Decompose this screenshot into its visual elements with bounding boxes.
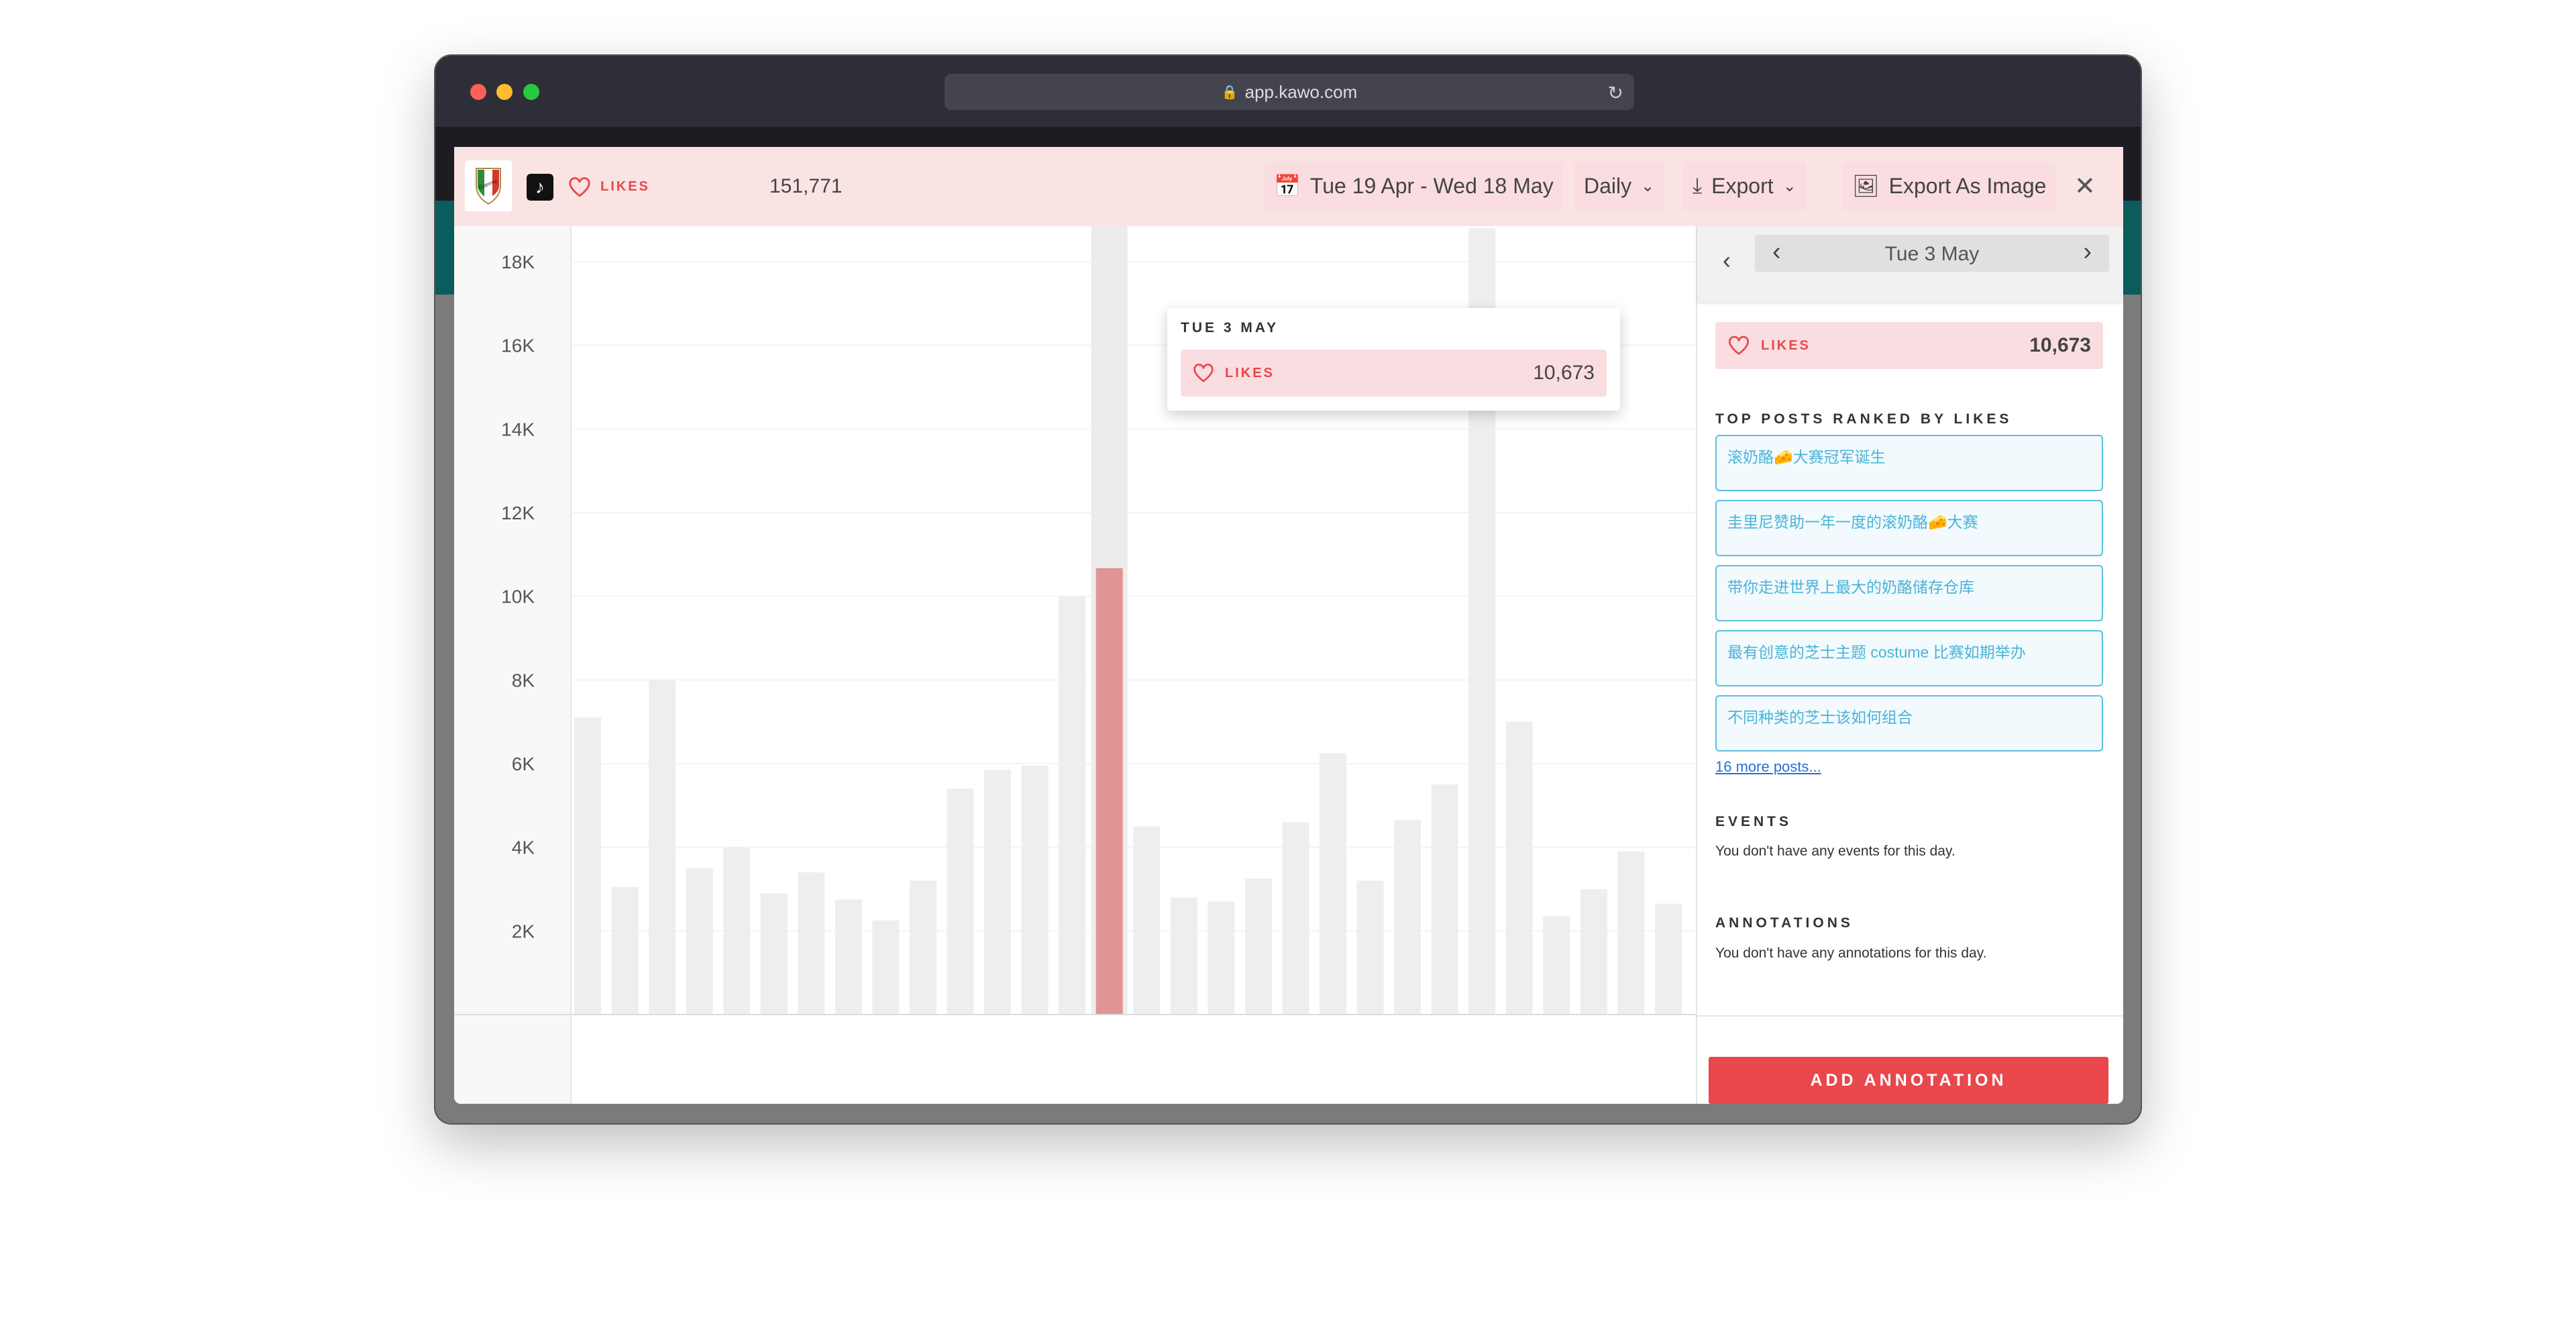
bar-may-11[interactable]	[1394, 820, 1421, 1015]
url-text: app.kawo.com	[1244, 81, 1358, 102]
day-navigation: ‹ ‹ Tue 3 May ›	[1697, 226, 2123, 302]
day-metric-label: LIKES	[1761, 338, 1811, 353]
modal-header: Guerrini ♪ LIKES 151,771 📅 Tue 19 Apr - …	[454, 147, 2123, 226]
bar-apr-21[interactable]	[649, 680, 676, 1015]
export-image-label: Export As Image	[1888, 173, 2047, 198]
annotations-title: ANNOTATIONS	[1715, 915, 1854, 931]
y-tick-label: 2K	[512, 921, 535, 941]
heart-icon	[569, 177, 590, 197]
y-tick-label: 10K	[501, 586, 535, 607]
download-icon: ⤓	[1693, 173, 1703, 197]
bar-may-1[interactable]	[1021, 766, 1049, 1015]
y-tick-label: 6K	[512, 754, 535, 774]
more-posts-link[interactable]: 16 more posts...	[1715, 758, 1821, 776]
tooltip-value: 10,673	[1533, 362, 1595, 384]
chevron-down-icon: ⌄	[1641, 176, 1655, 195]
bar-apr-19[interactable]	[574, 717, 601, 1015]
export-dropdown[interactable]: ⤓ Export ⌄	[1683, 162, 1806, 210]
tooltip-metric-label: LIKES	[1225, 365, 1275, 380]
export-as-image-button[interactable]: 🖼 Export As Image	[1843, 162, 2056, 210]
bar-may-5[interactable]	[1170, 897, 1197, 1015]
brand-logo: Guerrini	[465, 160, 512, 211]
post-item[interactable]: 最有创意的芝士主题 costume 比赛如期举办	[1715, 630, 2103, 686]
date-range-label: Tue 19 Apr - Wed 18 May	[1309, 173, 1554, 198]
post-item[interactable]: 圭里尼赞助一年一度的滚奶酪🧀大赛	[1715, 500, 2103, 556]
bar-may-17[interactable]	[1617, 851, 1645, 1015]
y-tick-label: 18K	[501, 252, 535, 272]
export-label: Export	[1711, 173, 1774, 198]
date-range-picker[interactable]: 📅 Tue 19 Apr - Wed 18 May	[1265, 162, 1563, 210]
bar-apr-23[interactable]	[723, 847, 751, 1015]
lock-icon: 🔒	[1221, 85, 1238, 100]
tiktok-icon: ♪	[527, 174, 553, 201]
top-posts-title: TOP POSTS RANKED BY LIKES	[1715, 411, 2012, 427]
interval-label: Daily	[1584, 173, 1632, 198]
heart-icon	[1193, 364, 1214, 382]
annotations-empty-text: You don't have any annotations for this …	[1715, 945, 1987, 961]
day-picker: ‹ Tue 3 May ›	[1755, 235, 2109, 272]
bar-may-3[interactable]	[1095, 568, 1123, 1015]
bar-may-6[interactable]	[1208, 901, 1235, 1015]
browser-titlebar: 🔒 app.kawo.com ↻	[435, 56, 2141, 127]
post-item[interactable]: 滚奶酪🧀大赛冠军诞生	[1715, 435, 2103, 491]
bar-apr-25[interactable]	[798, 872, 825, 1015]
reload-icon[interactable]: ↻	[1608, 82, 1623, 104]
day-metric-value: 10,673	[2029, 334, 2091, 356]
metric-label: LIKES	[600, 179, 650, 194]
post-item[interactable]: 不同种类的芝士该如何组合	[1715, 695, 2103, 752]
y-tick-label: 12K	[501, 503, 535, 523]
y-tick-label: 14K	[501, 419, 535, 440]
collapse-chevron-left-icon[interactable]: ‹	[1723, 246, 1731, 274]
bar-apr-22[interactable]	[686, 868, 713, 1015]
tooltip-date: TUE 3 MAY	[1181, 320, 1279, 336]
bar-apr-20[interactable]	[611, 886, 639, 1015]
bar-may-4[interactable]	[1133, 826, 1161, 1015]
bar-apr-27[interactable]	[872, 920, 900, 1015]
bar-may-16[interactable]	[1580, 889, 1607, 1015]
bar-apr-28[interactable]	[909, 880, 936, 1015]
post-item[interactable]: 带你走进世界上最大的奶酪储存仓库	[1715, 565, 2103, 621]
metric-total: 151,771	[769, 175, 843, 197]
bar-apr-24[interactable]	[760, 893, 788, 1015]
y-tick-label: 4K	[512, 837, 535, 858]
y-tick-label: 16K	[501, 336, 535, 356]
day-detail-sidebar: ‹ ‹ Tue 3 May › LIKES 10,673 TOP POSTS R…	[1696, 226, 2123, 1104]
bar-may-12[interactable]	[1431, 784, 1458, 1015]
bar-may-10[interactable]	[1356, 880, 1384, 1015]
calendar-icon: 📅	[1274, 174, 1301, 198]
url-bar[interactable]: 🔒 app.kawo.com ↻	[945, 74, 1634, 110]
bar-may-9[interactable]	[1320, 753, 1346, 1015]
events-empty-text: You don't have any events for this day.	[1715, 843, 1955, 859]
bar-apr-26[interactable]	[835, 899, 862, 1015]
events-title: EVENTS	[1715, 814, 1792, 829]
bar-may-2[interactable]	[1059, 596, 1086, 1015]
selected-day: Tue 3 May	[1884, 243, 1980, 265]
bar-may-8[interactable]	[1282, 822, 1309, 1015]
bar-may-15[interactable]	[1543, 916, 1570, 1015]
heart-icon	[1729, 336, 1749, 355]
interval-dropdown[interactable]: Daily ⌄	[1574, 162, 1664, 210]
bar-may-7[interactable]	[1244, 878, 1272, 1015]
bar-may-18[interactable]	[1654, 903, 1682, 1015]
next-day-button[interactable]: ›	[2083, 238, 2092, 266]
bar-may-14[interactable]	[1505, 721, 1533, 1015]
chart-tooltip: TUE 3 MAY LIKES 10,673	[1167, 308, 1620, 411]
close-icon[interactable]: ✕	[2074, 171, 2096, 201]
minimize-window-button[interactable]	[496, 84, 513, 100]
divider	[1697, 1015, 2123, 1017]
add-annotation-button[interactable]: ADD ANNOTATION	[1709, 1057, 2108, 1104]
chevron-down-icon: ⌄	[1782, 176, 1796, 195]
y-tick-label: 8K	[512, 670, 535, 690]
tooltip-metric-row: LIKES 10,673	[1181, 350, 1607, 397]
day-metric-row: LIKES 10,673	[1715, 322, 2103, 369]
maximize-window-button[interactable]	[523, 84, 539, 100]
image-icon: 🖼	[1852, 174, 1880, 198]
bar-apr-30[interactable]	[984, 770, 1012, 1015]
browser-window: 🔒 app.kawo.com ↻ Guerrini ♪ LIKES 151,77…	[434, 54, 2142, 1125]
metric-modal: Guerrini ♪ LIKES 151,771 📅 Tue 19 Apr - …	[454, 147, 2123, 1104]
bar-apr-29[interactable]	[947, 788, 974, 1015]
close-window-button[interactable]	[470, 84, 486, 100]
